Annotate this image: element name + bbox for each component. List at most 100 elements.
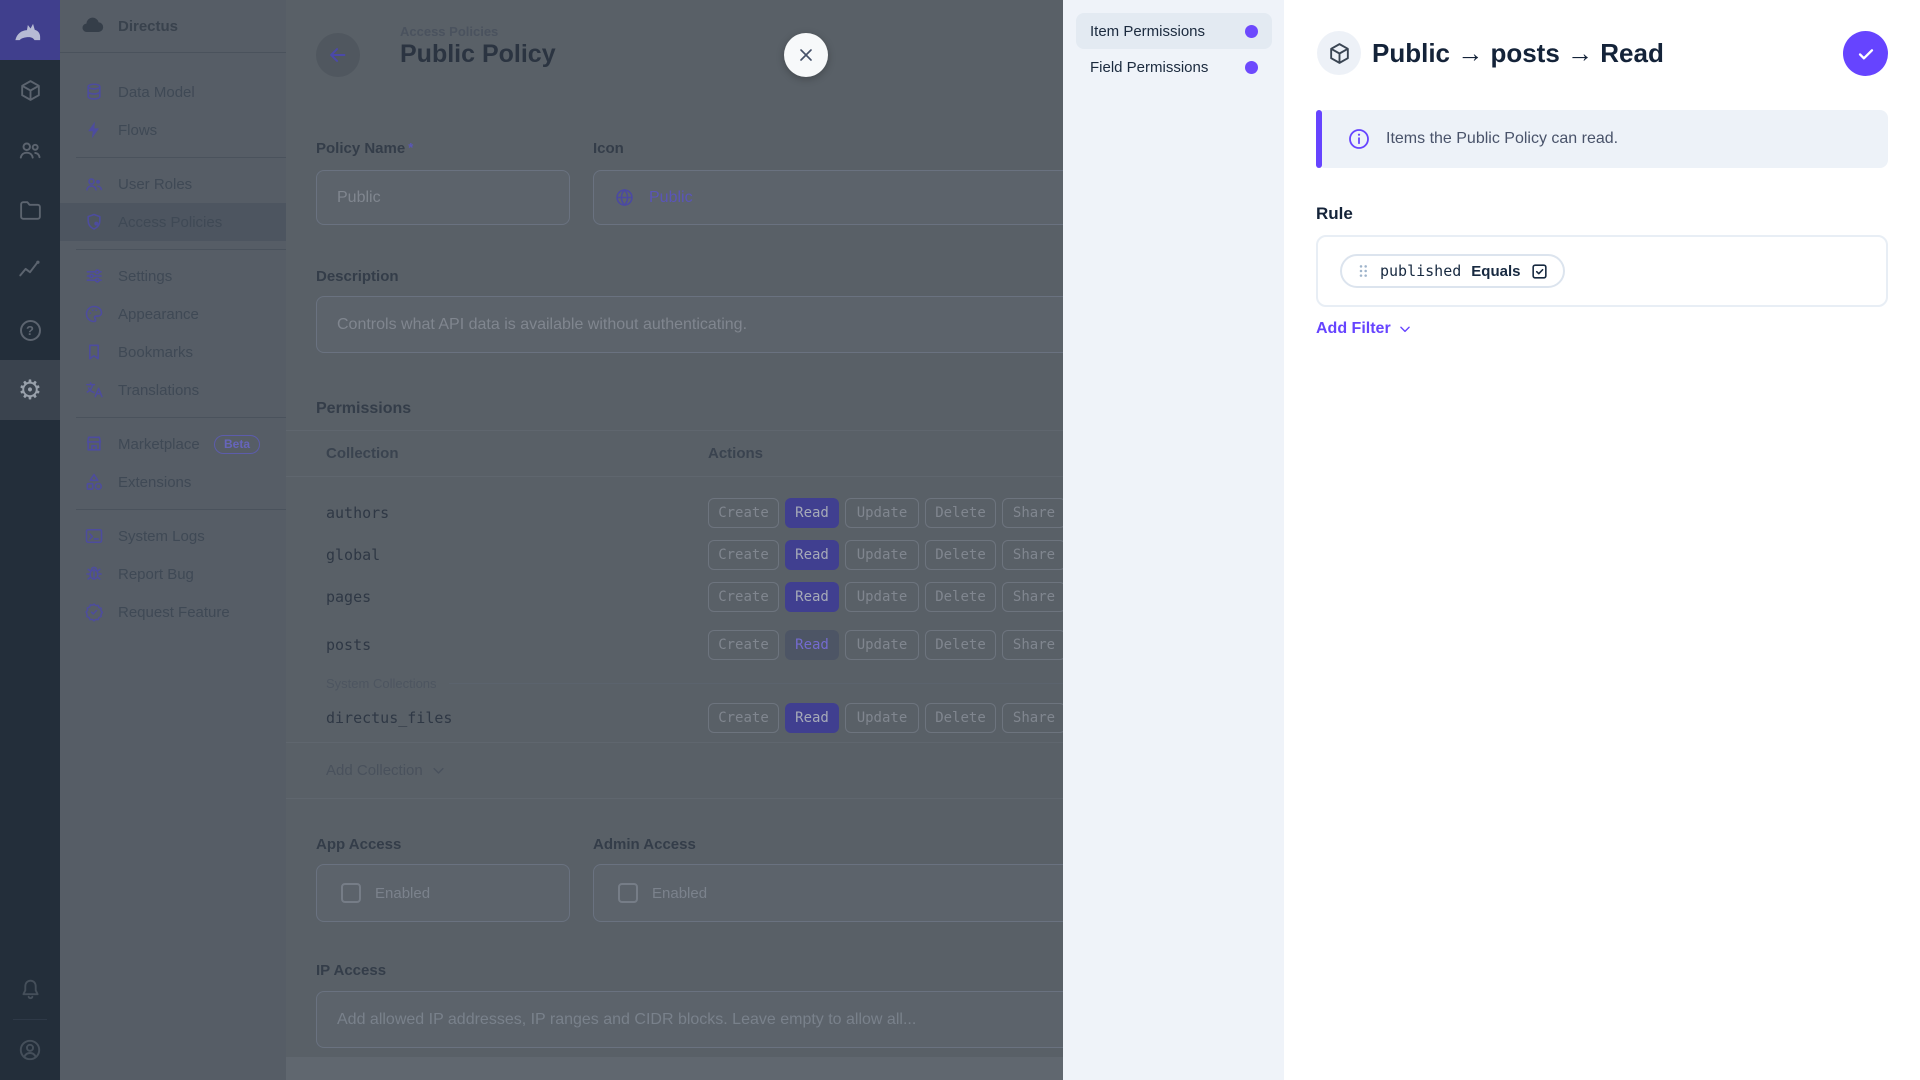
filter-field[interactable]: published (1380, 262, 1461, 280)
action-buttons: Create Read Update Delete Share (708, 703, 1066, 733)
description-input[interactable] (337, 315, 1072, 334)
nav-item-label: Access Policies (118, 213, 223, 231)
delete-permission-button[interactable]: Delete (925, 630, 996, 660)
add-collection-button[interactable]: Add Collection (286, 750, 1063, 790)
breadcrumb[interactable]: Access Policies (400, 24, 498, 39)
nav-item-extensions[interactable]: Extensions (60, 463, 286, 501)
read-permission-button[interactable]: Read (785, 703, 839, 733)
checkbox-checked-icon[interactable] (1530, 262, 1549, 281)
nav-item-label: Appearance (118, 305, 199, 323)
tab-item-permissions[interactable]: Item Permissions (1076, 13, 1272, 49)
filter-row[interactable]: published Equals (1340, 254, 1566, 288)
table-row-pages: pages Create Read Update Delete Share (286, 576, 1066, 618)
nav-item-label: Marketplace (118, 435, 200, 453)
nav-item-request-feature[interactable]: Request Feature (60, 593, 286, 631)
nav-item-data-model[interactable]: Data Model (60, 73, 286, 111)
update-permission-button[interactable]: Update (845, 630, 919, 660)
read-permission-button[interactable]: Read (785, 582, 839, 612)
rule-label: Rule (1316, 204, 1353, 223)
rule-editor[interactable]: published Equals (1316, 235, 1888, 307)
update-permission-button[interactable]: Update (845, 540, 919, 570)
nav-item-appearance[interactable]: Appearance (60, 295, 286, 333)
close-drawer-button[interactable] (784, 33, 828, 77)
create-permission-button[interactable]: Create (708, 582, 779, 612)
share-permission-button[interactable]: Share (1002, 703, 1066, 733)
module-settings[interactable]: ⚙ (0, 360, 60, 420)
action-buttons: Create Read Update Delete Share (708, 582, 1066, 612)
read-permission-button[interactable]: Read (785, 540, 839, 570)
user-menu-button[interactable] (0, 1020, 60, 1080)
checkbox-unchecked-icon[interactable] (618, 883, 638, 903)
update-permission-button[interactable]: Update (845, 703, 919, 733)
delete-permission-button[interactable]: Delete (925, 540, 996, 570)
project-name: Directus (118, 17, 179, 35)
share-permission-button[interactable]: Share (1002, 540, 1066, 570)
description-input-wrap (316, 296, 1093, 353)
nav-item-bookmarks[interactable]: Bookmarks (60, 333, 286, 371)
module-content[interactable] (0, 60, 60, 120)
read-permission-button[interactable]: Read (785, 498, 839, 528)
project-header[interactable]: Directus (60, 0, 286, 53)
gear-icon: ⚙ (17, 374, 43, 406)
checkbox-unchecked-icon[interactable] (341, 883, 361, 903)
help-icon: ? (19, 319, 41, 341)
delete-permission-button[interactable]: Delete (925, 582, 996, 612)
module-files[interactable] (0, 180, 60, 240)
shield-user-icon (87, 213, 101, 230)
action-buttons: Create Read Update Delete Share (708, 498, 1066, 528)
tab-field-permissions[interactable]: Field Permissions (1076, 49, 1272, 85)
app-access-enabled-label: Enabled (375, 884, 431, 902)
nav-item-label: Data Model (118, 83, 195, 101)
back-button[interactable] (316, 33, 360, 77)
table-divider (286, 798, 1063, 799)
nav-item-report-bug[interactable]: Report Bug (60, 555, 286, 593)
policy-name-input[interactable] (337, 188, 549, 207)
directus-logo-tile[interactable] (0, 0, 60, 60)
ip-access-input[interactable] (337, 1010, 1072, 1029)
nav-item-system-logs[interactable]: System Logs (60, 517, 286, 555)
nav-item-flows[interactable]: Flows (60, 111, 286, 149)
add-filter-button[interactable]: Add Filter (1316, 320, 1412, 338)
share-permission-button[interactable]: Share (1002, 582, 1066, 612)
module-insights[interactable] (0, 240, 60, 300)
app-access-label: App Access (316, 836, 402, 853)
filter-operator[interactable]: Equals (1471, 263, 1520, 280)
ip-access-label: IP Access (316, 962, 387, 979)
nav-item-marketplace[interactable]: Marketplace Beta (60, 425, 286, 463)
update-permission-button[interactable]: Update (845, 582, 919, 612)
nav-item-access-policies[interactable]: Access Policies (60, 203, 286, 241)
share-permission-button[interactable]: Share (1002, 498, 1066, 528)
save-button[interactable] (1843, 31, 1888, 76)
chevron-down-icon (1399, 326, 1410, 333)
share-permission-button[interactable]: Share (1002, 630, 1066, 660)
delete-permission-button[interactable]: Delete (925, 703, 996, 733)
create-permission-button[interactable]: Create (708, 540, 779, 570)
create-permission-button[interactable]: Create (708, 703, 779, 733)
bug-icon (86, 566, 102, 580)
nav-item-label: Request Feature (118, 603, 230, 621)
collection-name: authors (326, 504, 390, 522)
delete-permission-button[interactable]: Delete (925, 498, 996, 528)
create-permission-button[interactable]: Create (708, 498, 779, 528)
nav-item-translations[interactable]: Translations (60, 371, 286, 409)
update-permission-button[interactable]: Update (845, 498, 919, 528)
nav-divider (76, 249, 286, 250)
info-icon (1349, 129, 1369, 149)
tab-label: Item Permissions (1090, 22, 1206, 40)
module-user-directory[interactable] (0, 120, 60, 180)
nav-item-user-roles[interactable]: User Roles (60, 165, 286, 203)
globe-icon (616, 188, 633, 207)
create-permission-button[interactable]: Create (708, 630, 779, 660)
nav-divider (76, 417, 286, 418)
drag-handle-icon[interactable] (1356, 263, 1370, 279)
icon-input[interactable]: Public (593, 170, 1093, 225)
app-access-toggle[interactable]: Enabled (316, 864, 570, 922)
notifications-button[interactable] (0, 959, 60, 1019)
nav-item-settings[interactable]: Settings (60, 257, 286, 295)
read-permission-button-editing[interactable]: Read (785, 630, 839, 660)
admin-access-toggle[interactable]: Enabled (593, 864, 1093, 922)
collection-name: pages (326, 588, 372, 606)
beta-badge: Beta (213, 434, 260, 454)
system-collections-label: System Collections (326, 675, 437, 691)
module-docs[interactable]: ? (0, 300, 60, 360)
